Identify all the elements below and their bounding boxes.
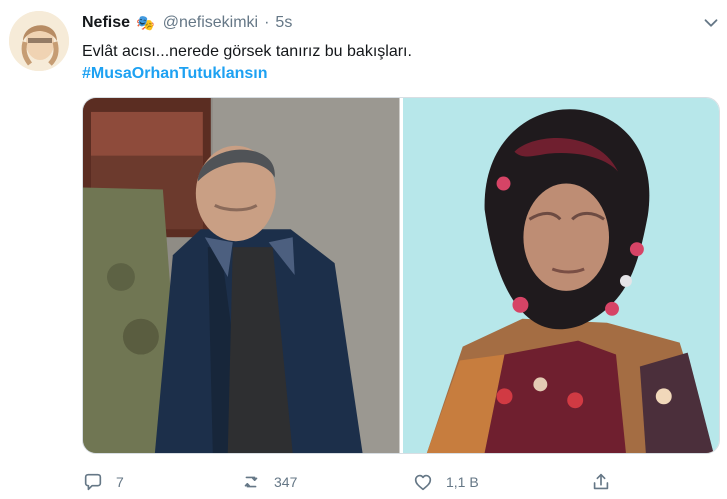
like-button[interactable]: 1,1 B bbox=[412, 471, 590, 493]
hashtag-link[interactable]: #MusaOrhanTutuklansın bbox=[82, 62, 268, 86]
tweet-actions: 7 347 1,1 B bbox=[82, 468, 682, 496]
tweet-header: Nefise 🎭 @nefisekimki · 5s bbox=[82, 12, 722, 34]
man-photo-icon bbox=[83, 98, 400, 453]
timestamp[interactable]: 5s bbox=[275, 14, 292, 32]
avatar[interactable] bbox=[9, 11, 69, 71]
retweet-count: 347 bbox=[274, 474, 298, 490]
share-button[interactable] bbox=[590, 471, 612, 493]
tweet-text: Evlât acısı...nerede görsek tanırız bu b… bbox=[82, 43, 412, 60]
share-icon bbox=[593, 473, 609, 490]
display-name[interactable]: Nefise bbox=[82, 14, 130, 32]
chevron-down-icon[interactable] bbox=[700, 12, 722, 34]
photo-left[interactable] bbox=[83, 98, 400, 453]
reply-icon bbox=[84, 473, 102, 491]
retweet-icon bbox=[244, 476, 258, 488]
photo-right[interactable] bbox=[402, 98, 719, 453]
separator: · bbox=[264, 14, 270, 31]
avatar-image bbox=[9, 11, 69, 71]
heart-icon bbox=[414, 474, 432, 491]
user-handle[interactable]: @nefisekimki bbox=[163, 14, 258, 32]
like-count: 1,1 B bbox=[446, 474, 479, 490]
tweet-media bbox=[82, 97, 720, 454]
reply-button[interactable]: 7 bbox=[82, 471, 240, 493]
woman-photo-icon bbox=[402, 98, 719, 453]
theater-masks-emoji: 🎭 bbox=[136, 15, 155, 32]
reply-count: 7 bbox=[116, 474, 124, 490]
retweet-button[interactable]: 347 bbox=[240, 471, 412, 493]
